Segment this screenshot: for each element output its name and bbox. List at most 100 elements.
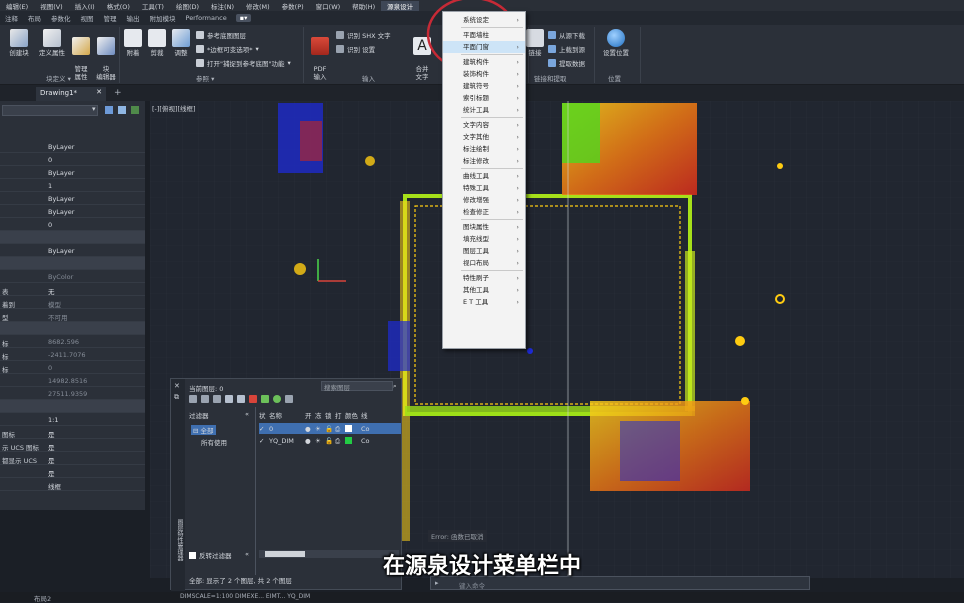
plot-icon[interactable]: ⎙	[335, 425, 340, 434]
menu-item-14[interactable]: 标注修改 ›	[443, 155, 525, 167]
menu-item-9[interactable]: 统计工具 ›	[443, 104, 525, 116]
collapse-icon[interactable]: «	[245, 410, 249, 418]
tab-performance[interactable]: Performance	[181, 14, 232, 22]
layer-column-header[interactable]: 颜色	[345, 410, 358, 420]
filter-used-item[interactable]: 所有使用	[201, 437, 227, 447]
tab-layout[interactable]: 布局	[23, 13, 46, 23]
set-current-icon[interactable]	[261, 395, 269, 403]
adjust-button[interactable]: 调整	[170, 29, 192, 57]
new-vp-frozen-layer-icon[interactable]	[237, 395, 245, 403]
menu-edit[interactable]: 编辑(E)	[0, 1, 34, 11]
property-section-header[interactable]	[0, 257, 145, 270]
tab-drawing1[interactable]: Drawing1* ✕	[36, 87, 106, 101]
property-section-header[interactable]	[0, 400, 145, 413]
menu-item-27[interactable]: 其他工具 ›	[443, 284, 525, 296]
menu-item-22[interactable]: 填充线型 ›	[443, 233, 525, 245]
property-row[interactable]: ByLayer	[0, 140, 145, 153]
property-row[interactable]: 27511.9359	[0, 387, 145, 400]
new-group-filter-icon[interactable]	[201, 395, 209, 403]
manage-attributes-button[interactable]: 管理 属性	[70, 29, 92, 81]
menu-draw[interactable]: 绘图(D)	[170, 1, 205, 11]
menu-item-26[interactable]: 特性刷子 ›	[443, 272, 525, 284]
layer-status-icon[interactable]: ✓	[259, 437, 264, 445]
tab-annotate[interactable]: 注释	[0, 13, 23, 23]
property-row[interactable]: 1:1	[0, 413, 145, 426]
menu-window[interactable]: 窗口(W)	[310, 1, 347, 11]
property-row[interactable]: 0	[0, 218, 145, 231]
layer-status-icon[interactable]: ✓	[259, 425, 264, 433]
download-source-button[interactable]: 从源下载	[548, 30, 585, 40]
define-attribute-button[interactable]: 定义属性	[36, 29, 68, 57]
menu-item-16[interactable]: 曲线工具 ›	[443, 170, 525, 182]
layer-name[interactable]: YQ_DIM	[269, 437, 294, 445]
clip-button[interactable]: 剪裁	[146, 29, 168, 57]
delete-layer-icon[interactable]	[249, 395, 257, 403]
property-row[interactable]: 14982.8516	[0, 374, 145, 387]
refresh-icon[interactable]	[273, 395, 281, 403]
layer-column-header[interactable]: 打	[335, 410, 342, 420]
pdf-import-button[interactable]: PDF 输入	[308, 29, 332, 81]
property-row[interactable]: 1	[0, 179, 145, 192]
property-row[interactable]: 都显示 UCS 是	[0, 452, 145, 465]
property-row[interactable]: 标 -2411.7076	[0, 348, 145, 361]
layer-name[interactable]: 0	[269, 425, 273, 433]
menu-modify[interactable]: 修改(M)	[240, 1, 276, 11]
property-row[interactable]: 示 UCS 图标是	[0, 439, 145, 452]
tab-manage[interactable]: 管理	[99, 13, 122, 23]
pin-icon[interactable]: ⧉	[174, 393, 179, 402]
layer-linetype[interactable]: Co	[361, 437, 370, 445]
gear-icon[interactable]	[285, 395, 293, 403]
layer-column-header[interactable]: 开	[305, 410, 312, 420]
menu-tools[interactable]: 工具(T)	[136, 1, 170, 11]
menu-item-8[interactable]: 索引标题 ›	[443, 92, 525, 104]
menu-item-11[interactable]: 文字内容 ›	[443, 119, 525, 131]
tab-parametric[interactable]: 参数化	[46, 13, 76, 23]
extract-data-button[interactable]: 提取数据	[548, 58, 585, 68]
set-location-button[interactable]: 设置位置	[598, 29, 634, 57]
close-icon[interactable]: ✕	[96, 88, 102, 96]
upload-source-button[interactable]: 上载到源	[548, 44, 585, 54]
menu-item-19[interactable]: 检查修正 ›	[443, 206, 525, 218]
freeze-icon[interactable]: ☀	[315, 437, 321, 445]
menu-help[interactable]: 帮助(H)	[346, 1, 381, 11]
quick-select-icon[interactable]	[105, 106, 113, 114]
property-section-header[interactable]	[0, 231, 145, 244]
menu-format[interactable]: 格式(O)	[101, 1, 136, 11]
layer-color-swatch[interactable]	[345, 437, 352, 444]
menu-item-17[interactable]: 特殊工具 ›	[443, 182, 525, 194]
menu-dimension[interactable]: 标注(N)	[205, 1, 240, 11]
layer-column-header[interactable]: 状	[259, 410, 266, 420]
menu-yuanquan-design[interactable]: 源泉设计	[381, 0, 420, 11]
tab-addins[interactable]: 附加模块	[145, 13, 181, 23]
menu-parametric[interactable]: 参数(P)	[276, 1, 310, 11]
property-row[interactable]: ByLayer	[0, 192, 145, 205]
freeze-icon[interactable]: ☀	[315, 425, 321, 433]
menu-view[interactable]: 视图(V)	[34, 1, 69, 11]
layer-row[interactable]: ✓ 0 ● ☀ 🔓 ⎙ Co	[259, 423, 401, 434]
layer-column-header[interactable]: 线	[361, 410, 368, 420]
property-row[interactable]: 是	[0, 465, 145, 478]
menu-item-24[interactable]: 视口布局 ›	[443, 257, 525, 269]
property-row[interactable]: ByLayer	[0, 166, 145, 179]
attach-button[interactable]: 附着	[122, 29, 144, 57]
menu-item-5[interactable]: 建筑构件 ›	[443, 56, 525, 68]
pickadd-icon[interactable]	[131, 106, 139, 114]
property-row[interactable]: 标 8682.596	[0, 335, 145, 348]
menu-item-23[interactable]: 图层工具 ›	[443, 245, 525, 257]
menu-item-21[interactable]: 图块属性 ›	[443, 221, 525, 233]
property-row[interactable]: 图标 是	[0, 426, 145, 439]
menu-item-0[interactable]: 系统设定 ›	[443, 14, 525, 26]
menu-item-3[interactable]: 平面门窗 ›	[443, 41, 525, 53]
block-editor-button[interactable]: 块 编辑器	[94, 29, 118, 81]
property-row[interactable]: ByLayer	[0, 244, 145, 257]
menu-item-7[interactable]: 建筑符号 ›	[443, 80, 525, 92]
menu-item-6[interactable]: 装饰构件 ›	[443, 68, 525, 80]
search-layer-input[interactable]: 搜索图层	[321, 381, 393, 392]
create-block-button[interactable]: 创建块	[4, 29, 34, 57]
property-row[interactable]: ByLayer	[0, 205, 145, 218]
new-property-filter-icon[interactable]	[189, 395, 197, 403]
property-row[interactable]: 0	[0, 153, 145, 166]
tab-view[interactable]: 视图	[76, 13, 99, 23]
underlay-layers-button[interactable]: 参考底图图层	[196, 30, 246, 40]
property-row[interactable]: 型 不可用	[0, 309, 145, 322]
